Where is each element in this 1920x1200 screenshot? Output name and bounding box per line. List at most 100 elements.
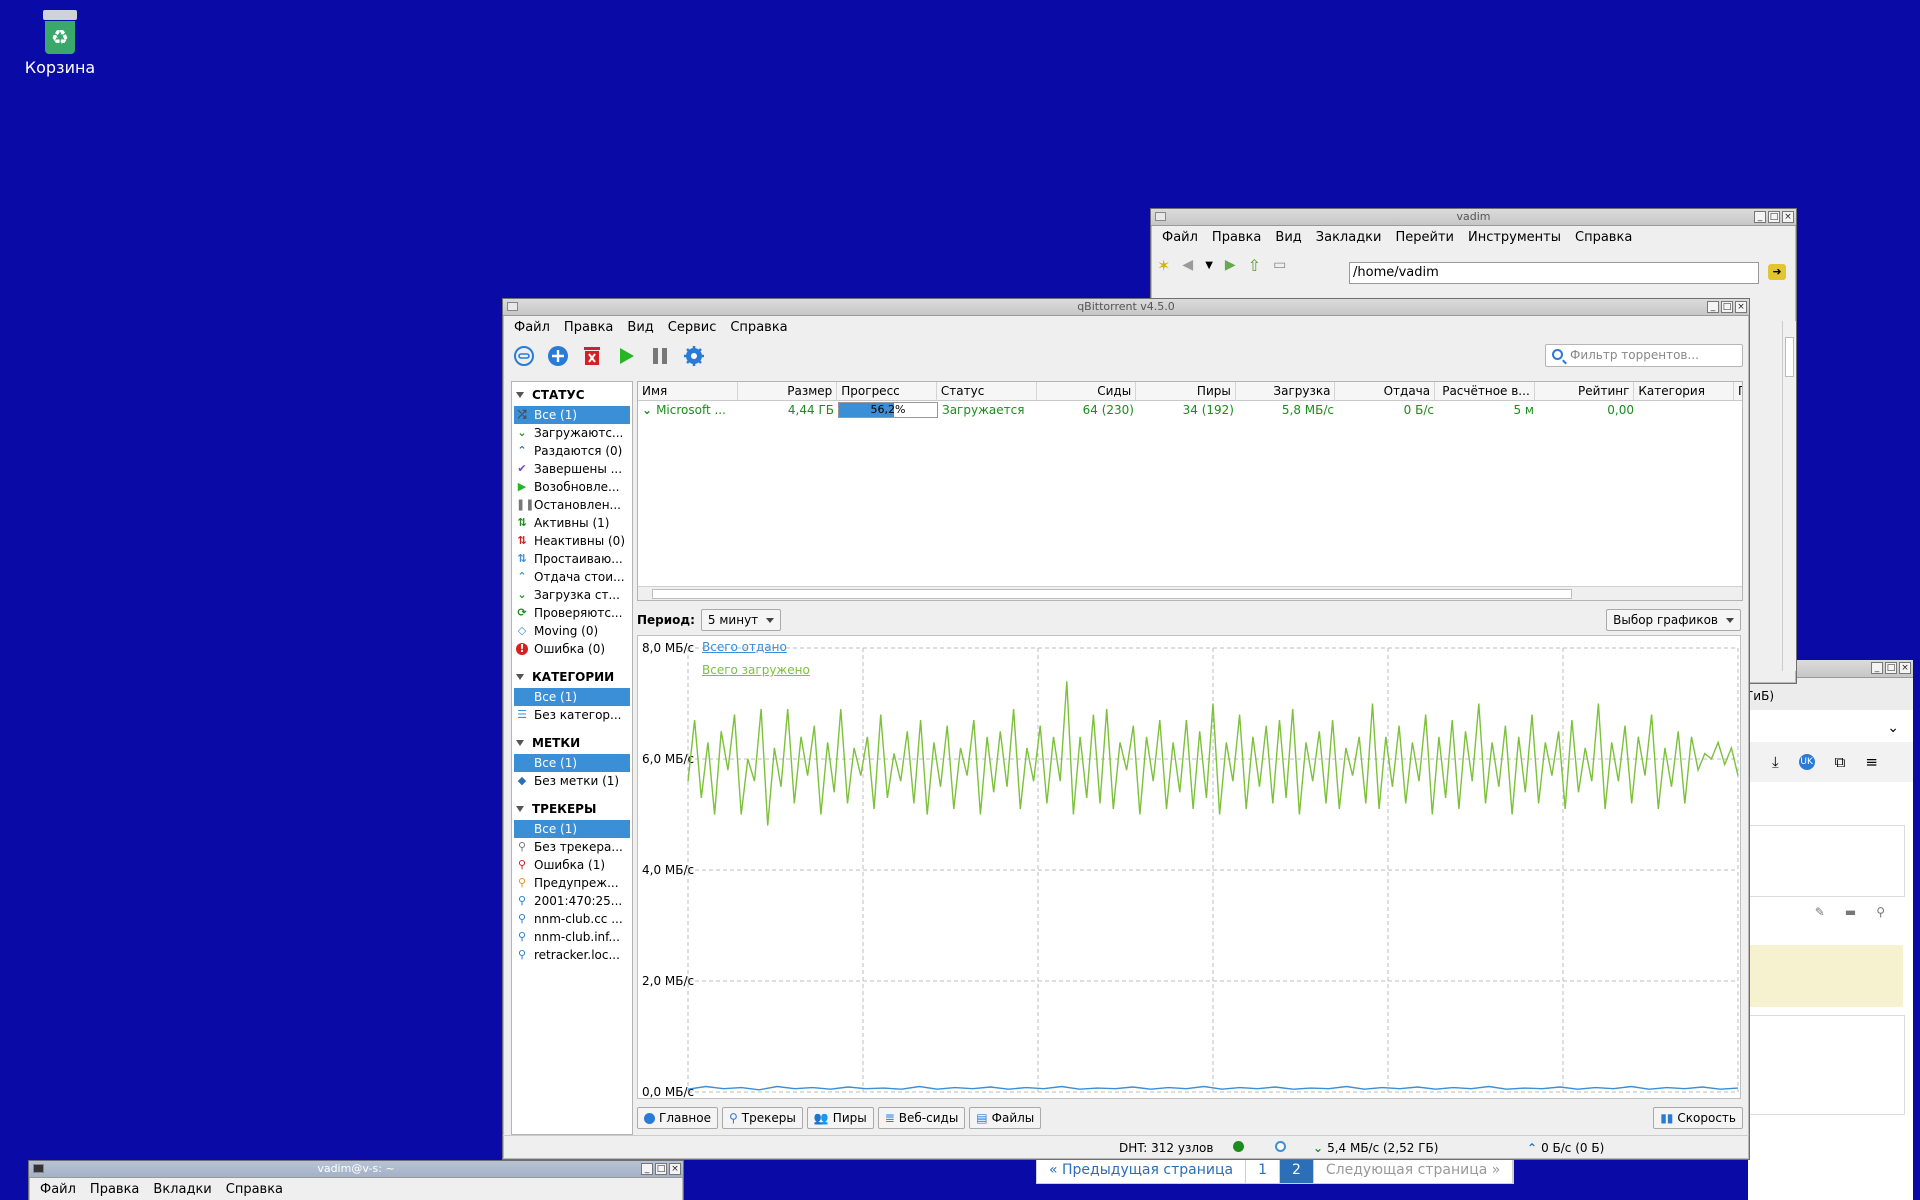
expand-icon[interactable]: ⌄ (1887, 720, 1899, 736)
menu-edit[interactable]: Правка (557, 320, 620, 335)
sidebar-item-status-12[interactable]: ◇ Moving (0) (512, 622, 632, 640)
col-overflow[interactable]: Г (1734, 382, 1742, 400)
menu-view[interactable]: Вид (620, 320, 660, 335)
sidebar-header-trackers[interactable]: ТРЕКЕРЫ (512, 796, 632, 820)
menu-icon[interactable]: ≡ (1865, 753, 1878, 771)
menu-edit[interactable]: Правка (1205, 230, 1268, 245)
download-icon[interactable]: ⤓ (1772, 753, 1779, 771)
forward-icon[interactable]: ▶ (1225, 257, 1236, 273)
col-status[interactable]: Статус (937, 382, 1037, 400)
extensions-icon[interactable]: ⧉ (1835, 753, 1846, 771)
tab-peers[interactable]: 👥 Пиры (806, 1107, 874, 1129)
page-2-current[interactable]: 2 (1279, 1157, 1314, 1183)
maximize-button[interactable]: □ (655, 1163, 667, 1175)
tab-trackers[interactable]: ⚲ Трекеры (721, 1107, 803, 1129)
menu-help[interactable]: Справка (723, 320, 794, 335)
sidebar-item-status-8[interactable]: ⇅ Простаиваю... (512, 550, 632, 568)
sidebar-item-status-7[interactable]: ⇅ Неактивны (0) (512, 532, 632, 550)
legend-upload[interactable]: Всего отдано (702, 640, 787, 654)
sidebar-item-categories-1[interactable]: ☰ Без категор... (512, 706, 632, 724)
close-button[interactable]: × (1899, 662, 1911, 674)
sidebar-item-status-6[interactable]: ⇅ Активны (1) (512, 514, 632, 532)
sidebar-item-trackers-4[interactable]: ⚲ 2001:470:25... (512, 892, 632, 910)
vertical-scrollbar[interactable] (1782, 321, 1796, 671)
sidebar-item-trackers-2[interactable]: ⚲ Ошибка (1) (512, 856, 632, 874)
col-name[interactable]: Имя (638, 382, 738, 400)
qbt-titlebar[interactable]: qBittorrent v4.5.0 _ □ × (503, 299, 1749, 316)
col-upload[interactable]: Отдача (1335, 382, 1436, 400)
sidebar-item-status-9[interactable]: ⌃ Отдача стои... (512, 568, 632, 586)
connection-status-icon[interactable] (1233, 1141, 1244, 1152)
graph-select[interactable]: Выбор графиков (1606, 609, 1741, 631)
sidebar-item-trackers-5[interactable]: ⚲ nnm-club.cc ... (512, 910, 632, 928)
resume-button[interactable] (613, 343, 639, 369)
home-folder-icon[interactable]: ▭ (1273, 257, 1286, 273)
page-1-link[interactable]: 1 (1246, 1157, 1280, 1183)
sidebar-item-status-3[interactable]: ✔ Завершены ... (512, 460, 632, 478)
col-ratio[interactable]: Рейтинг (1535, 382, 1635, 400)
menu-edit[interactable]: Правка (83, 1182, 146, 1197)
menu-help[interactable]: Справка (1568, 230, 1639, 245)
torrent-filter-input[interactable]: Фильтр торрентов... (1545, 344, 1743, 367)
back-icon[interactable]: ◀ (1182, 257, 1193, 273)
horizontal-scrollbar[interactable] (638, 586, 1742, 600)
file-manager-titlebar[interactable]: vadim _ □ × (1151, 209, 1796, 226)
menu-tools[interactable]: Инструменты (1461, 230, 1568, 245)
close-button[interactable]: × (1782, 211, 1794, 223)
close-button[interactable]: × (669, 1163, 681, 1175)
sidebar-item-status-4[interactable]: ▶ Возобновле... (512, 478, 632, 496)
speed-limit-icon[interactable] (1275, 1141, 1286, 1152)
pin-icon[interactable]: ⚲ (1876, 905, 1885, 931)
maximize-button[interactable]: □ (1721, 301, 1733, 313)
legend-download[interactable]: Всего загружено (702, 663, 810, 677)
menu-file[interactable]: Файл (1155, 230, 1205, 245)
col-peers[interactable]: Пиры (1136, 382, 1236, 400)
prev-page-link[interactable]: « Предыдущая страница (1037, 1157, 1247, 1183)
maximize-button[interactable]: □ (1768, 211, 1780, 223)
sidebar-item-status-13[interactable]: ! Ошибка (0) (512, 640, 632, 658)
col-progress[interactable]: Прогресс (837, 382, 937, 400)
sidebar-item-trackers-6[interactable]: ⚲ nnm-club.inf... (512, 928, 632, 946)
sidebar-item-tags-1[interactable]: ◆ Без метки (1) (512, 772, 632, 790)
menu-file[interactable]: Файл (507, 320, 557, 335)
history-dropdown-icon[interactable]: ▼ (1205, 260, 1213, 271)
minimize-button[interactable]: _ (641, 1163, 653, 1175)
menu-go[interactable]: Перейти (1388, 230, 1461, 245)
menu-view[interactable]: Вид (1268, 230, 1308, 245)
add-torrent-button[interactable] (545, 343, 571, 369)
torrent-row[interactable]: ⌄ Microsoft ... 4,44 ГБ 56,2% Загружаетс… (638, 401, 1742, 419)
sidebar-item-trackers-7[interactable]: ⚲ retracker.loc... (512, 946, 632, 964)
col-download[interactable]: Загрузка (1236, 382, 1336, 400)
col-eta[interactable]: Расчётное в... (1435, 382, 1535, 400)
sidebar-item-status-1[interactable]: ⌄ Загружаютс... (512, 424, 632, 442)
edit-icon[interactable]: ✎ (1815, 905, 1825, 931)
sidebar-item-status-0[interactable]: ⤮ Все (1) (514, 406, 630, 424)
sidebar-item-categories-0[interactable]: Все (1) (514, 688, 630, 706)
tab-files[interactable]: ▤ Файлы (969, 1107, 1042, 1129)
tab-webseeds[interactable]: ≣ Веб-сиды (877, 1107, 966, 1129)
sidebar-item-trackers-0[interactable]: Все (1) (514, 820, 630, 838)
sidebar-item-status-10[interactable]: ⌄ Загрузка ст... (512, 586, 632, 604)
col-category[interactable]: Категория (1634, 382, 1735, 400)
next-page-link[interactable]: Следующая страница » (1314, 1157, 1514, 1183)
speed-tab[interactable]: ▮▮ Скорость (1653, 1107, 1743, 1129)
add-link-button[interactable] (511, 343, 537, 369)
desktop-trash[interactable]: ♻ Корзина (20, 10, 100, 77)
account-icon[interactable]: UK (1798, 754, 1815, 770)
sidebar-item-trackers-3[interactable]: ⚲ Предупреж... (512, 874, 632, 892)
minimize-button[interactable]: _ (1871, 662, 1883, 674)
menu-tabs[interactable]: Вкладки (146, 1182, 218, 1197)
delete-button[interactable] (579, 343, 605, 369)
menu-file[interactable]: Файл (33, 1182, 83, 1197)
sidebar-item-status-2[interactable]: ⌃ Раздаются (0) (512, 442, 632, 460)
period-select[interactable]: 5 минут (700, 609, 782, 631)
sidebar-header-categories[interactable]: КАТЕГОРИИ (512, 664, 632, 688)
menu-tools[interactable]: Сервис (661, 320, 724, 335)
new-tab-icon[interactable]: ✶ (1157, 256, 1170, 275)
sidebar-item-tags-0[interactable]: Все (1) (514, 754, 630, 772)
menu-bookmarks[interactable]: Закладки (1309, 230, 1389, 245)
terminal-titlebar[interactable]: vadim@v-s: ~ _ □ × (29, 1161, 683, 1178)
pause-button[interactable] (647, 343, 673, 369)
download-speed-status[interactable]: ⌄ 5,4 МБ/с (2,52 ГБ) (1313, 1141, 1438, 1155)
col-seeds[interactable]: Сиды (1037, 382, 1137, 400)
